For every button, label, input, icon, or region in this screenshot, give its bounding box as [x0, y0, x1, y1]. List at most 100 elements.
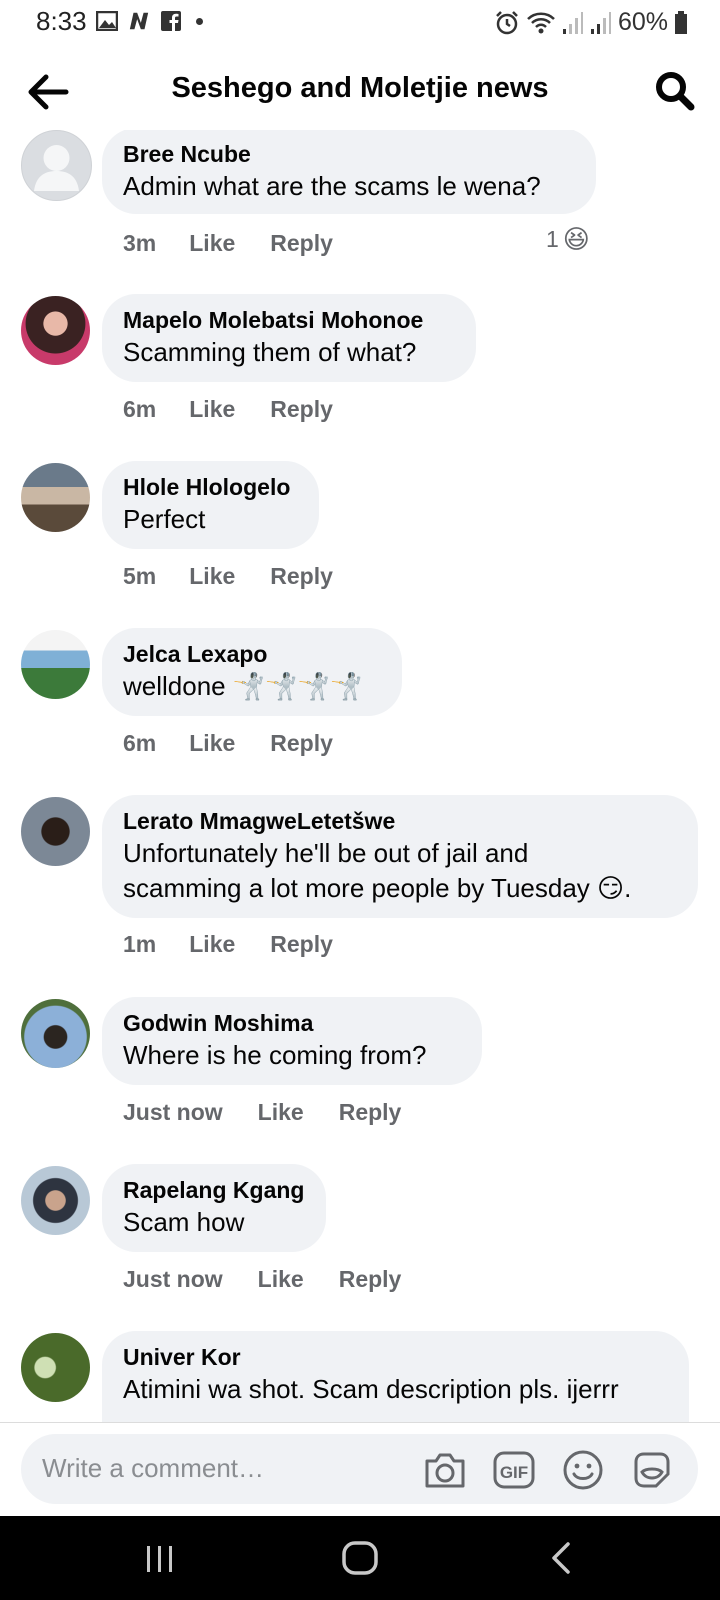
home-button[interactable]: [338, 1536, 382, 1580]
n-app-icon: [128, 10, 150, 32]
back-icon: [552, 1542, 570, 1574]
like-button[interactable]: Like: [189, 931, 235, 958]
comment-author[interactable]: Rapelang Kgang: [123, 1175, 306, 1205]
app-header: Seshego and Moletjie news: [0, 60, 720, 122]
comment-actions: 6m Like Reply: [123, 730, 333, 757]
page-title: Seshego and Moletjie news: [171, 72, 549, 104]
system-status: 60%: [494, 8, 688, 37]
comment-author[interactable]: Hlole Hlologelo: [123, 472, 299, 502]
comment-text: Where is he coming from?: [123, 1040, 427, 1070]
comment-input[interactable]: [42, 1453, 402, 1484]
like-button[interactable]: Like: [258, 1099, 304, 1126]
avatar[interactable]: [21, 130, 92, 201]
avatar[interactable]: [21, 630, 90, 699]
gallery-icon: [96, 10, 118, 32]
comment-author[interactable]: Univer Kor: [123, 1342, 669, 1372]
comment-text: Scamming them of what?: [123, 337, 417, 367]
emoji-button[interactable]: [561, 1448, 605, 1492]
notification-icons: [96, 10, 203, 32]
comment-time[interactable]: 1m: [123, 931, 156, 958]
like-button[interactable]: Like: [258, 1266, 304, 1293]
comment-text-line-2: scamming a lot more people by Tuesday 😏.: [123, 873, 632, 903]
avatar[interactable]: [21, 296, 90, 365]
status-bar: 8:33 60%: [0, 0, 720, 46]
search-button[interactable]: [654, 70, 696, 112]
comment-time[interactable]: Just now: [123, 1266, 223, 1293]
comment-bubble[interactable]: Univer Kor Atimini wa shot. Scam descrip…: [102, 1331, 689, 1422]
comment-text: Atimini wa shot. Scam description pls. i…: [123, 1374, 619, 1404]
comment-actions: 3m Like Reply: [123, 230, 333, 257]
comment-text: welldone 🤺🤺🤺🤺: [123, 671, 363, 701]
reaction-summary[interactable]: 1 😆: [546, 224, 590, 255]
status-time: 8:33: [36, 6, 87, 36]
sticker-button[interactable]: [630, 1448, 674, 1492]
reply-button[interactable]: Reply: [339, 1266, 402, 1293]
comment-text: Admin what are the scams le wena?: [123, 171, 541, 201]
reply-button[interactable]: Reply: [270, 931, 333, 958]
alarm-icon: [496, 10, 518, 34]
avatar[interactable]: [21, 1333, 90, 1402]
comment-time[interactable]: 6m: [123, 730, 156, 757]
avatar[interactable]: [21, 1166, 90, 1235]
comment-bubble[interactable]: Mapelo Molebatsi Mohonoe Scamming them o…: [102, 294, 476, 382]
back-nav-button[interactable]: [540, 1536, 584, 1580]
comment-author[interactable]: Lerato MmagweLetetšwe: [123, 806, 678, 836]
reply-button[interactable]: Reply: [339, 1099, 402, 1126]
comment-composer: GIF: [21, 1434, 698, 1504]
comment-bubble[interactable]: Jelca Lexapo welldone 🤺🤺🤺🤺: [102, 628, 402, 716]
battery-icon: [675, 10, 687, 34]
emoji-icon: [563, 1450, 603, 1490]
comment-author[interactable]: Godwin Moshima: [123, 1008, 462, 1038]
like-button[interactable]: Like: [189, 396, 235, 423]
recent-apps-button[interactable]: [138, 1536, 182, 1580]
comment-text-line-1: Unfortunately he'll be out of jail and: [123, 838, 529, 868]
default-avatar-icon: [34, 145, 79, 191]
comment-bubble[interactable]: Hlole Hlologelo Perfect: [102, 461, 319, 549]
like-button[interactable]: Like: [189, 730, 235, 757]
comment-text: Scam how: [123, 1207, 245, 1237]
comment-actions: Just now Like Reply: [123, 1099, 401, 1126]
comment-text: Perfect: [123, 504, 206, 534]
comments-list[interactable]: Bree Ncube Admin what are the scams le w…: [0, 130, 720, 1422]
comment-author[interactable]: Bree Ncube: [123, 139, 576, 169]
svg-text:GIF: GIF: [500, 1463, 528, 1482]
comment-bubble[interactable]: Rapelang Kgang Scam how: [102, 1164, 326, 1252]
comment-bubble[interactable]: Godwin Moshima Where is he coming from?: [102, 997, 482, 1085]
more-notifications-dot: [196, 17, 203, 25]
reply-button[interactable]: Reply: [270, 230, 333, 257]
reply-button[interactable]: Reply: [270, 396, 333, 423]
reply-button[interactable]: Reply: [270, 730, 333, 757]
signal-icon-2: [590, 11, 611, 34]
comment-time[interactable]: 6m: [123, 396, 156, 423]
camera-icon: [425, 1453, 465, 1488]
comment-time[interactable]: Just now: [123, 1099, 223, 1126]
comment-time[interactable]: 5m: [123, 563, 156, 590]
gif-button[interactable]: GIF: [492, 1448, 536, 1492]
like-button[interactable]: Like: [189, 563, 235, 590]
like-button[interactable]: Like: [189, 230, 235, 257]
reply-button[interactable]: Reply: [270, 563, 333, 590]
home-icon: [342, 1541, 378, 1575]
gif-icon: GIF: [493, 1451, 535, 1489]
comment-bubble[interactable]: Lerato MmagweLetetšwe Unfortunately he'l…: [102, 795, 698, 918]
system-nav-bar: [0, 1516, 720, 1600]
camera-button[interactable]: [423, 1448, 467, 1492]
battery-percent: 60%: [617, 8, 668, 36]
comment-actions: Just now Like Reply: [123, 1266, 401, 1293]
comment-bubble[interactable]: Bree Ncube Admin what are the scams le w…: [102, 130, 596, 214]
search-icon: [656, 72, 695, 111]
wifi-icon: [527, 12, 555, 33]
comment-author[interactable]: Jelca Lexapo: [123, 639, 382, 669]
facebook-icon: [160, 10, 182, 32]
sticker-icon: [634, 1452, 670, 1488]
comment-actions: 1m Like Reply: [123, 931, 333, 958]
comment-time[interactable]: 3m: [123, 230, 156, 257]
avatar[interactable]: [21, 463, 90, 532]
comment-author[interactable]: Mapelo Molebatsi Mohonoe: [123, 305, 456, 335]
comment-actions: 6m Like Reply: [123, 396, 333, 423]
signal-icon: [562, 11, 583, 34]
composer-divider: [0, 1422, 720, 1423]
avatar[interactable]: [21, 999, 90, 1068]
haha-reaction-icon: 😆: [562, 224, 590, 254]
avatar[interactable]: [21, 797, 90, 866]
